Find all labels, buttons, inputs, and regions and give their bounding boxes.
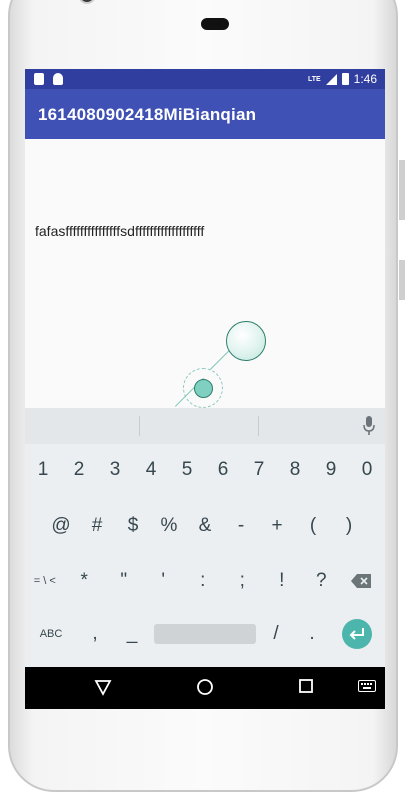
key-8[interactable]: 8 [277, 446, 313, 494]
key-hash[interactable]: # [79, 502, 115, 550]
status-bar: LTE 1:46 [25, 69, 385, 89]
navigation-bar [25, 667, 385, 709]
recents-icon[interactable] [298, 678, 314, 694]
symbol-row-1: @ # $ % & - + ( ) [25, 502, 385, 550]
app-bar: 1614080902418MiBianqian [25, 89, 385, 139]
key-semicolon[interactable]: ; [223, 557, 263, 605]
cursor-handle[interactable] [194, 379, 213, 398]
soft-keyboard: 1 2 3 4 5 6 7 8 9 0 @ # $ % & - + ( ) = … [25, 408, 385, 667]
back-icon[interactable] [94, 678, 112, 696]
key-asterisk[interactable]: * [65, 557, 105, 605]
front-camera [78, 0, 96, 4]
keyboard-switch-icon[interactable] [358, 680, 376, 692]
app-title: 1614080902418MiBianqian [38, 105, 257, 124]
key-1[interactable]: 1 [25, 446, 61, 494]
key-4[interactable]: 4 [133, 446, 169, 494]
key-7[interactable]: 7 [241, 446, 277, 494]
selection-handle-end[interactable] [226, 321, 266, 361]
sd-card-icon [34, 73, 44, 85]
key-ampersand[interactable]: & [187, 502, 223, 550]
signal-icon [325, 73, 337, 85]
key-minus[interactable]: - [223, 502, 259, 550]
key-comma[interactable]: , [80, 610, 110, 658]
number-row: 1 2 3 4 5 6 7 8 9 0 [25, 446, 385, 494]
key-slash[interactable]: / [261, 610, 291, 658]
backspace-icon[interactable] [351, 574, 371, 588]
device-screen: LTE 1:46 1614080902418MiBianqian fafasff… [25, 69, 385, 709]
suggestion-divider [258, 416, 259, 436]
symbol-row-2: = \ < * " ' : ; ! ? [25, 557, 341, 605]
key-plus[interactable]: + [259, 502, 295, 550]
key-close-paren[interactable]: ) [331, 502, 367, 550]
suggestion-divider [139, 416, 140, 436]
key-6[interactable]: 6 [205, 446, 241, 494]
enter-key[interactable] [342, 619, 372, 649]
key-exclamation[interactable]: ! [262, 557, 302, 605]
key-5[interactable]: 5 [169, 446, 205, 494]
microphone-icon[interactable] [363, 416, 375, 436]
key-single-quote[interactable]: ' [144, 557, 184, 605]
key-percent[interactable]: % [151, 502, 187, 550]
key-double-quote[interactable]: " [104, 557, 144, 605]
key-at[interactable]: @ [43, 502, 79, 550]
earpiece-speaker [201, 18, 229, 30]
volume-button [399, 160, 405, 220]
enter-icon [349, 628, 364, 640]
network-type: LTE [307, 75, 321, 83]
key-0[interactable]: 0 [349, 446, 385, 494]
suggestion-strip [25, 408, 385, 444]
key-underscore[interactable]: _ [117, 610, 147, 658]
space-bar[interactable] [154, 624, 256, 644]
key-period[interactable]: . [297, 610, 327, 658]
android-debug-icon [53, 73, 63, 85]
key-2[interactable]: 2 [61, 446, 97, 494]
home-icon[interactable] [196, 678, 214, 696]
abc-key[interactable]: ABC [31, 610, 71, 658]
key-colon[interactable]: : [183, 557, 223, 605]
note-edit-text[interactable]: fafasfffffffffffffffsdffffffffffffffffff… [35, 223, 204, 239]
key-open-paren[interactable]: ( [295, 502, 331, 550]
power-button [399, 260, 405, 300]
clock: 1:46 [353, 72, 377, 86]
key-9[interactable]: 9 [313, 446, 349, 494]
key-dollar[interactable]: $ [115, 502, 151, 550]
key-3[interactable]: 3 [97, 446, 133, 494]
key-more-symbols[interactable]: = \ < [25, 557, 65, 605]
battery-icon [341, 73, 349, 85]
key-question[interactable]: ? [302, 557, 342, 605]
